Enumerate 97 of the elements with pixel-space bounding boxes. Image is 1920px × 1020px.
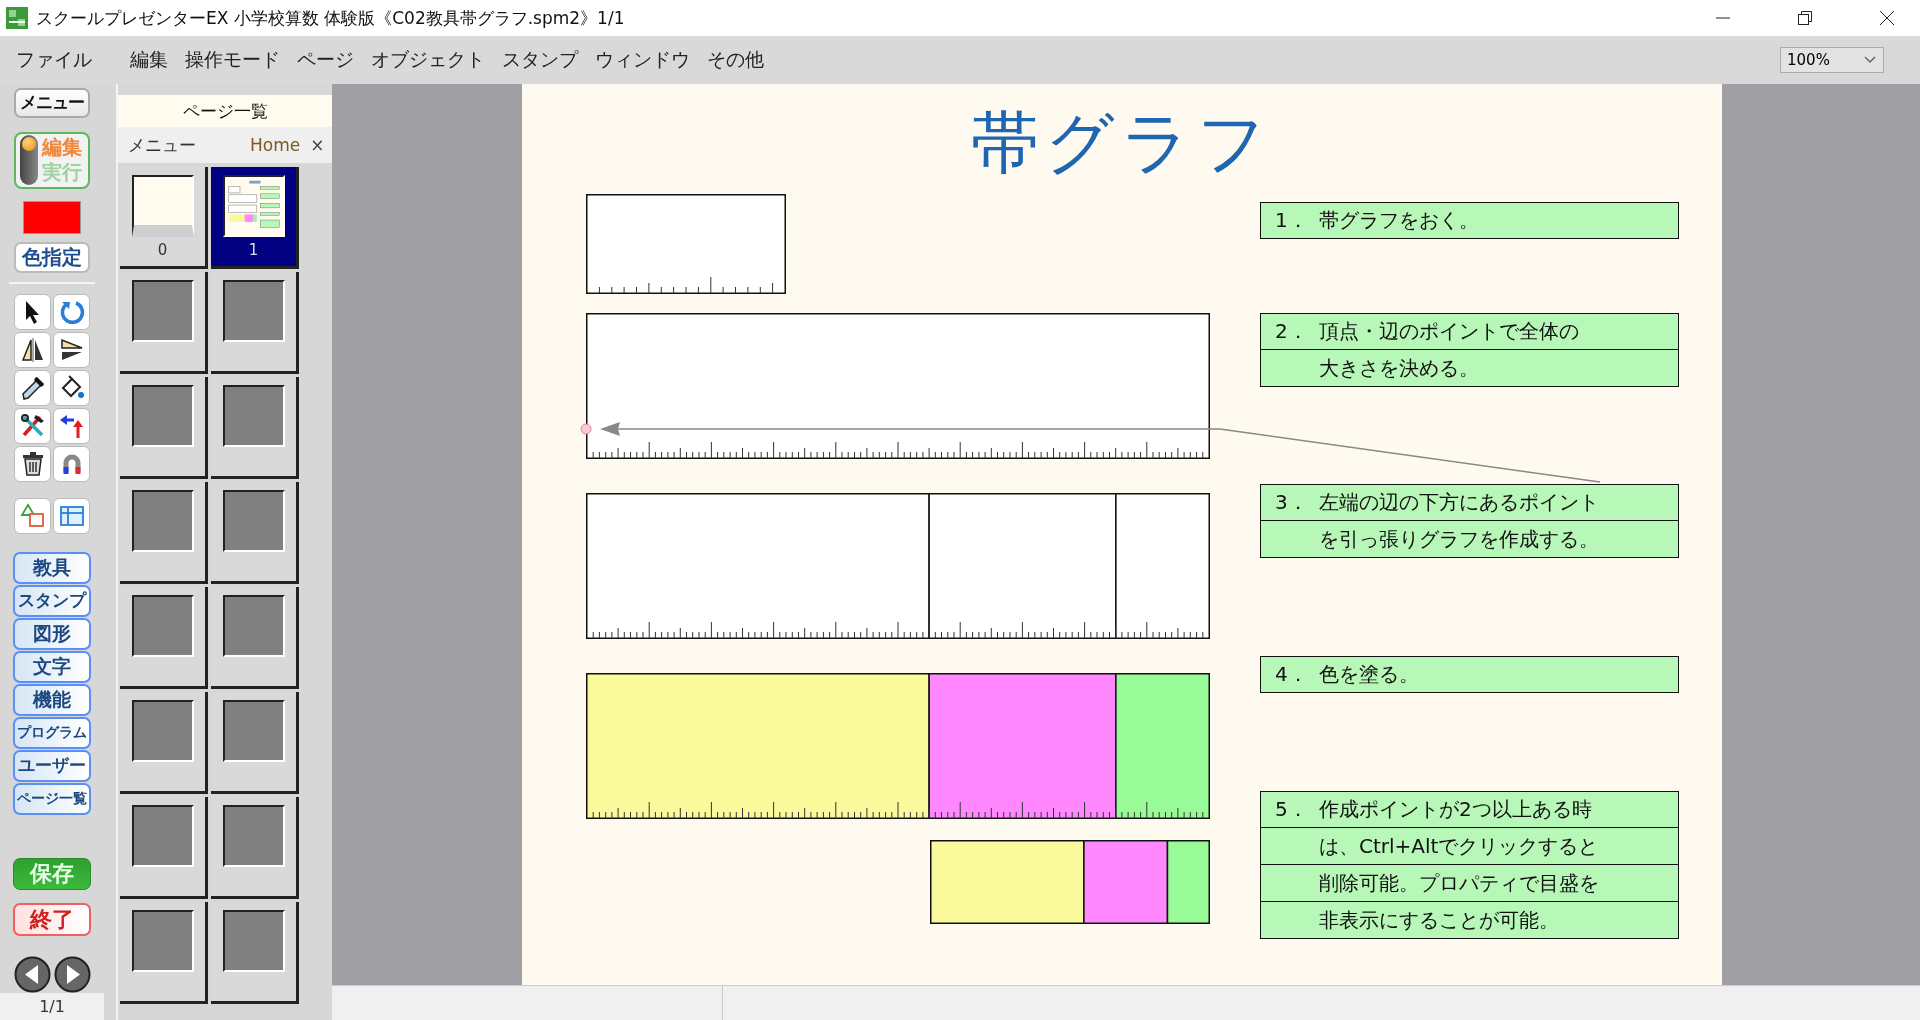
graph-segment[interactable] <box>1115 493 1210 639</box>
empty-page-slot[interactable] <box>120 272 208 374</box>
graph-segment[interactable] <box>1083 840 1169 924</box>
menu-item[interactable]: 操作モード <box>185 47 280 73</box>
graph-segment[interactable] <box>928 493 1117 639</box>
panel-title: ページ一覧 <box>182 99 268 123</box>
graph-segment[interactable] <box>586 313 1210 459</box>
graph-segment[interactable] <box>586 673 930 819</box>
instruction-text: 削除可能。プロパティで目盛を <box>1319 869 1599 897</box>
empty-page-slot[interactable] <box>211 587 299 689</box>
mode-label: 編集 <box>42 135 82 161</box>
restore-icon[interactable] <box>1796 9 1814 27</box>
menu-item[interactable]: スタンプ <box>502 47 578 73</box>
menu-item[interactable]: その他 <box>707 47 764 73</box>
instruction-text: を引っ張りグラフを作成する。 <box>1319 525 1599 553</box>
mode-label: 実行 <box>42 160 82 186</box>
band-graph[interactable] <box>930 840 1210 924</box>
graph-segment[interactable] <box>928 673 1117 819</box>
slide-title: 帯グラフ <box>970 102 1274 184</box>
instruction-text: 大きさを決める。 <box>1319 354 1479 382</box>
graph-segment[interactable] <box>930 840 1085 924</box>
page-number: 1 <box>248 241 259 259</box>
step-number: 2． <box>1274 318 1309 345</box>
page-counter: 1/1 <box>39 996 65 1016</box>
empty-page-slot[interactable] <box>120 797 208 899</box>
empty-page-slot[interactable] <box>211 482 299 584</box>
empty-page-slot[interactable] <box>211 377 299 479</box>
next-page-button[interactable] <box>53 955 91 993</box>
exit-button[interactable]: 終了 <box>13 902 91 936</box>
tools-tool-button[interactable] <box>14 407 51 444</box>
menu-button[interactable]: メニュー <box>14 88 90 118</box>
instruction-text: 左端の辺の下方にあるポイント <box>1319 489 1599 516</box>
category-button[interactable]: 文字 <box>13 650 91 683</box>
empty-page-slot[interactable] <box>120 692 208 794</box>
empty-page-slot[interactable] <box>120 902 208 1004</box>
menu-item[interactable]: ページ <box>297 47 354 73</box>
category-button[interactable]: 図形 <box>13 617 91 650</box>
instruction-text: 非表示にすることが可能。 <box>1319 906 1559 934</box>
graph-segment[interactable] <box>586 194 786 294</box>
empty-page-slot[interactable] <box>211 692 299 794</box>
instruction-text: は、Ctrl+Altでクリックすると <box>1319 832 1599 860</box>
empty-page-slot[interactable] <box>211 272 299 374</box>
close-tab-button[interactable]: × <box>310 135 325 155</box>
paint-bucket-tool-button[interactable] <box>53 369 90 406</box>
magnet-tool-button[interactable] <box>53 445 90 482</box>
color-swatch[interactable] <box>23 200 81 234</box>
flip-horizontal-tool-button[interactable] <box>14 331 51 368</box>
instruction-text: 作成ポイントが2つ以上ある時 <box>1319 796 1592 823</box>
rotate-tool-button[interactable] <box>53 293 90 330</box>
eyedropper-tool-button[interactable] <box>14 369 51 406</box>
step-number: 1． <box>1274 207 1309 234</box>
page-number: 0 <box>157 241 168 259</box>
page-thumbnail[interactable]: 1 <box>211 167 299 269</box>
category-button[interactable]: プログラム <box>13 716 91 749</box>
app-logo-icon <box>6 7 28 29</box>
category-button[interactable]: スタンプ <box>13 584 91 617</box>
undo-redo-tool-button[interactable] <box>53 407 90 444</box>
cursor-tool-button[interactable] <box>14 293 51 330</box>
instruction-text: 色を塗る。 <box>1319 661 1419 688</box>
empty-page-slot[interactable] <box>211 902 299 1004</box>
graph-segment[interactable] <box>1115 673 1210 819</box>
chevron-down-icon <box>1863 55 1877 65</box>
empty-page-slot[interactable] <box>120 482 208 584</box>
category-button[interactable]: 教具 <box>13 551 91 584</box>
empty-page-slot[interactable] <box>120 587 208 689</box>
instruction-text: 帯グラフをおく。 <box>1319 207 1479 234</box>
flip-vertical-tool-button[interactable] <box>53 331 90 368</box>
category-button[interactable]: ユーザー <box>13 749 91 782</box>
instruction-text: 頂点・辺のポイントで全体の <box>1319 318 1579 345</box>
shapes-icon <box>18 501 47 530</box>
menu-item[interactable]: 編集 <box>130 47 168 73</box>
step-number: 4． <box>1274 661 1309 688</box>
empty-page-slot[interactable] <box>120 377 208 479</box>
menu-item[interactable]: オブジェクト <box>371 47 485 73</box>
switch-knob[interactable] <box>22 137 36 152</box>
panel-tab[interactable]: メニュー <box>118 133 206 157</box>
previous-page-button[interactable] <box>13 955 51 993</box>
slide-thumbnail-drawing <box>222 175 285 237</box>
menu-item[interactable]: ウィンドウ <box>595 47 690 73</box>
panel-tab[interactable]: Home <box>240 135 311 155</box>
close-icon[interactable] <box>1878 9 1896 27</box>
graph-segment[interactable] <box>586 493 930 639</box>
category-button[interactable]: ページ一覧 <box>13 782 91 815</box>
pointer-drawing[interactable] <box>580 422 1601 483</box>
color-select-button[interactable]: 色指定 <box>14 241 90 273</box>
shapes-tool-button[interactable] <box>14 497 51 534</box>
menu-item[interactable]: ファイル <box>16 47 92 73</box>
zoom-dropdown[interactable]: 100% <box>1780 47 1884 73</box>
table-tool-button[interactable] <box>53 497 90 534</box>
trash-tool-button[interactable] <box>14 445 51 482</box>
step-number: 3． <box>1274 489 1309 516</box>
page-thumbnail[interactable]: 0 <box>120 167 208 269</box>
empty-page-slot[interactable] <box>211 797 299 899</box>
graph-segment[interactable] <box>1166 840 1210 924</box>
category-button[interactable]: 機能 <box>13 683 91 716</box>
window-title: スクールプレゼンターEX 小学校算数 体験版《C02教具帯グラフ.spm2》1/1 <box>36 6 625 30</box>
step-number: 5． <box>1274 796 1309 823</box>
